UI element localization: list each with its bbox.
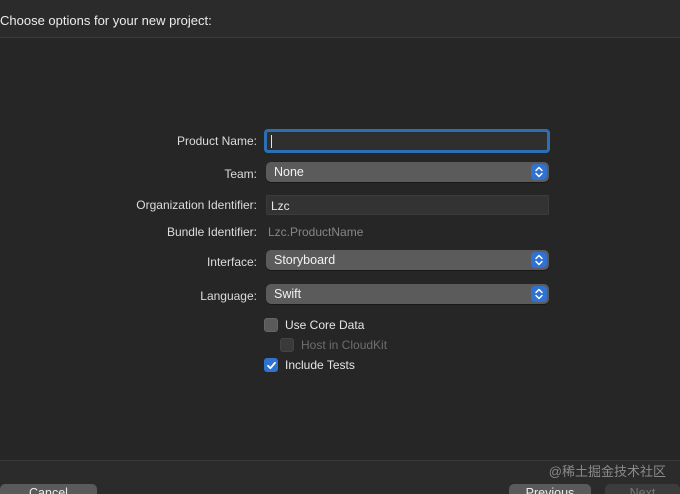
interface-popup[interactable]: Storyboard <box>266 250 549 270</box>
sheet-footer: @稀土掘金技术社区 Cancel Previous Next <box>0 460 680 494</box>
include-tests-label: Include Tests <box>285 358 355 372</box>
organization-identifier-label: Organization Identifier: <box>136 198 257 212</box>
sheet-header: Choose options for your new project: <box>0 0 680 38</box>
team-selected-value: None <box>274 165 304 179</box>
cancel-button[interactable]: Cancel <box>0 484 97 494</box>
options-form: Product Name: Team: None Organization Id… <box>0 39 680 460</box>
team-popup[interactable]: None <box>266 162 549 182</box>
watermark: @稀土掘金技术社区 <box>548 464 666 479</box>
checkmark-icon <box>267 361 276 370</box>
next-button[interactable]: Next <box>605 484 680 494</box>
organization-identifier-input[interactable]: Lzc <box>266 195 549 215</box>
language-label: Language: <box>200 289 257 303</box>
page-title: Choose options for your new project: <box>0 13 212 28</box>
up-down-chevron-icon <box>531 164 547 180</box>
up-down-chevron-icon <box>531 286 547 302</box>
team-label: Team: <box>224 167 257 181</box>
include-tests-checkbox[interactable] <box>264 358 278 372</box>
language-popup[interactable]: Swift <box>266 284 549 304</box>
language-selected-value: Swift <box>274 287 302 301</box>
up-down-chevron-icon <box>531 252 547 268</box>
product-name-label: Product Name: <box>176 134 257 148</box>
interface-selected-value: Storyboard <box>274 253 336 267</box>
previous-button[interactable]: Previous <box>509 484 591 494</box>
interface-label: Interface: <box>206 255 257 269</box>
bundle-identifier-label: Bundle Identifier: <box>166 225 257 239</box>
host-in-cloudkit-label: Host in CloudKit <box>301 338 388 352</box>
text-caret <box>271 135 272 148</box>
host-in-cloudkit-checkbox <box>280 338 294 352</box>
use-core-data-label: Use Core Data <box>285 318 365 332</box>
bundle-identifier-value: Lzc.ProductName <box>268 225 364 239</box>
product-name-input[interactable] <box>264 129 550 153</box>
use-core-data-checkbox[interactable] <box>264 318 278 332</box>
organization-identifier-value: Lzc <box>271 199 290 213</box>
